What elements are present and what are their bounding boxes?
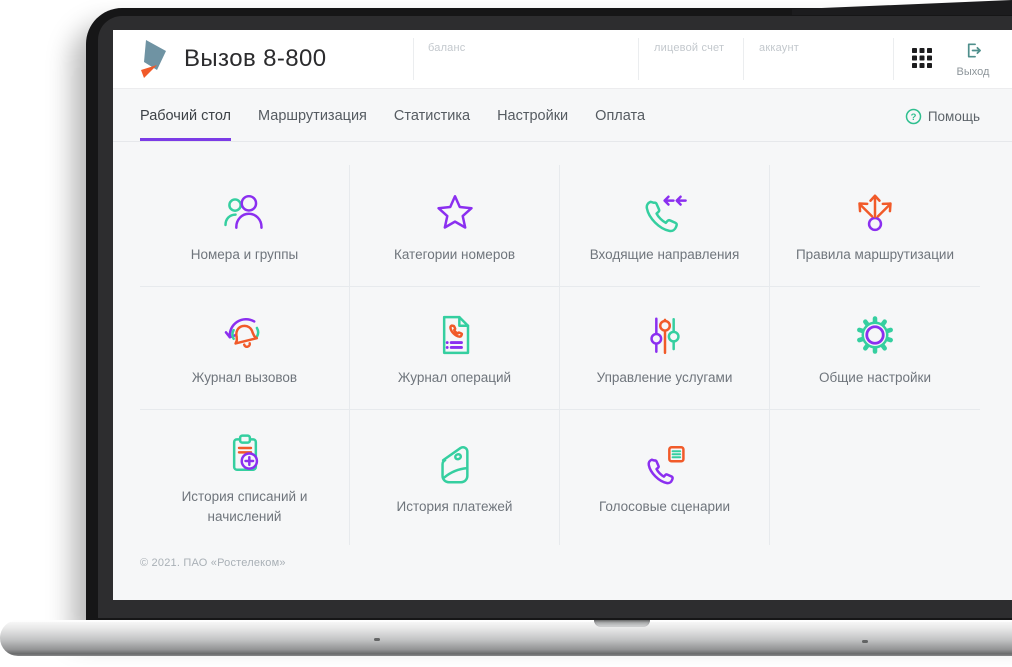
charges-history-icon [232,434,258,472]
help-icon: ? [905,108,922,125]
tile-label: Управление услугами [596,369,733,385]
gear-icon [857,315,893,354]
tile-general-settings[interactable]: Общие настройки [770,287,980,410]
header-divider [743,38,744,80]
tile-label: Правила маршрутизации [795,247,955,263]
balance-field-label: баланс [428,42,466,54]
users-icon [223,195,263,230]
logout-icon [967,43,981,58]
tab-payment[interactable]: Оплата [595,108,645,141]
tile-operations-log[interactable]: Журнал операций [350,287,560,410]
help-link[interactable]: ? Помощь [905,108,980,141]
header-divider [638,38,639,80]
tile-label: Голосовые сценарии [598,499,731,515]
tab-desktop[interactable]: Рабочий стол [140,108,232,141]
app-header: Вызов 8-800 баланс лицевой счет аккаунт [113,30,1012,89]
app-window: Вызов 8-800 баланс лицевой счет аккаунт [113,30,1012,600]
tile-charges-history[interactable]: История списаний и начислений [140,410,350,545]
logout-label: Выход [956,66,990,78]
operations-log-icon [442,315,469,354]
account-field-label: аккаунт [759,42,799,54]
tile-incoming-directions[interactable]: Входящие направления [560,165,770,287]
tile-label: История платежей [396,499,513,515]
tile-label: Категории номеров [393,247,516,263]
tab-statistics[interactable]: Статистика [394,108,470,141]
empty-cell [770,410,980,545]
tile-label: Входящие направления [589,247,740,263]
tile-label: История списаний и начислений [181,489,308,524]
tile-label: Номера и группы [190,247,299,263]
tile-payments-history[interactable]: История платежей [350,410,560,545]
tile-label: Общие настройки [818,369,932,385]
laptop-base-dot [374,638,380,641]
tile-number-categories[interactable]: Категории номеров [350,165,560,287]
star-icon [436,195,473,229]
tile-label: Журнал вызовов [191,369,298,385]
account-number-field-label: лицевой счет [654,42,725,54]
tab-settings[interactable]: Настройки [497,108,568,141]
tab-routing[interactable]: Маршрутизация [258,108,367,141]
laptop-base [0,620,1012,656]
call-log-icon [224,317,259,348]
header-divider [413,38,414,80]
routing-icon [858,194,892,232]
help-label: Помощь [927,109,980,124]
main-nav: Рабочий стол Маршрутизация Статистика На… [113,88,1012,142]
dashboard-grid: Номера и группы Категории номеров Входящ… [140,165,980,545]
brand: Вызов 8-800 [137,39,327,79]
tile-call-log[interactable]: Журнал вызовов [140,287,350,410]
payments-history-icon [440,446,469,484]
tile-routing-rules[interactable]: Правила маршрутизации [770,165,980,287]
laptop-mockup: Вызов 8-800 баланс лицевой счет аккаунт [0,0,1012,667]
footer-copyright: © 2021. ПАО «Ростелеком» [140,557,286,569]
header-divider [893,38,894,80]
apps-grid-icon [912,48,932,68]
brand-logo [141,40,166,78]
tile-label: Журнал операций [397,369,512,385]
apps-grid-button[interactable] [910,47,934,71]
tile-services-management[interactable]: Управление услугами [560,287,770,410]
voice-scenarios-icon [646,446,685,485]
sliders-icon [649,317,680,354]
svg-text:?: ? [910,112,916,123]
incoming-call-icon [645,195,687,233]
logout-button[interactable]: Выход [945,41,1001,78]
laptop-base-dot [862,640,868,643]
app-title: Вызов 8-800 [184,45,327,72]
tile-voice-scenarios[interactable]: Голосовые сценарии [560,410,770,545]
laptop-latch-notch [594,620,650,627]
tile-numbers-groups[interactable]: Номера и группы [140,165,350,287]
